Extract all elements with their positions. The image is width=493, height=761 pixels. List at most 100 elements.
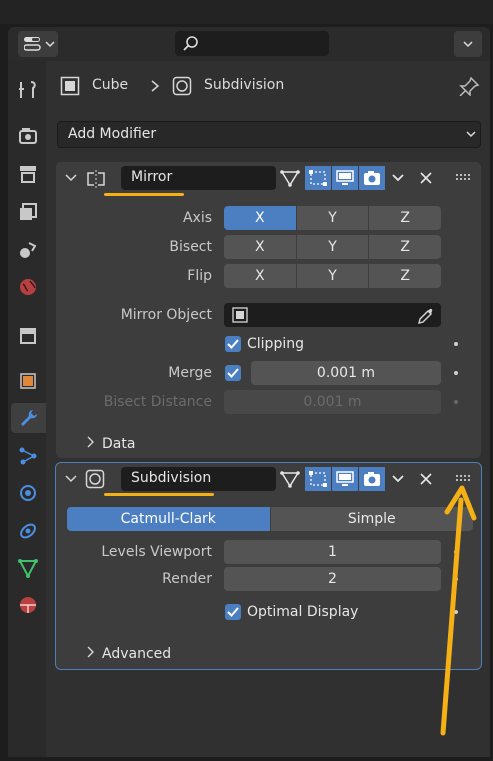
annotation-underline [104,493,214,496]
collection-icon [20,328,36,344]
flip-y-toggle[interactable]: Y [296,264,370,288]
tab-constraints[interactable] [13,516,43,546]
tab-material[interactable] [13,590,43,620]
object-icon [20,373,36,389]
axis-x-toggle[interactable]: X [224,206,297,230]
output-icon [20,166,36,183]
on-cage-toggle[interactable] [305,467,331,491]
monitor-icon [336,170,354,185]
flip-z-toggle[interactable]: Z [369,264,442,288]
mirror-name-field[interactable]: Mirror [121,166,276,190]
bisect-label: Bisect [169,239,212,255]
tab-physics[interactable] [13,478,43,508]
checkmark-icon [227,368,239,378]
chevron-down-icon[interactable] [392,475,404,484]
render-levels-label: Render [162,571,212,587]
bisect-x-toggle[interactable]: X [224,235,297,259]
tab-world[interactable] [13,272,43,302]
on-cage-icon [309,170,327,186]
chevron-down-icon [466,131,476,138]
tab-data[interactable] [13,553,43,583]
axis-toggle-group: X Y Z [224,206,442,230]
header-options-dropdown[interactable] [454,31,482,57]
on-cage-icon [309,471,327,487]
tool-icon [19,81,36,98]
breadcrumb-object: Cube [92,77,129,93]
breadcrumb-modifier: Subdivision [204,77,285,93]
merge-label: Merge [168,365,212,381]
render-icon [19,128,37,144]
clipping-checkbox[interactable] [225,336,241,352]
subdivision-name: Subdivision [131,470,212,486]
render-toggle[interactable] [359,467,385,491]
chevron-down-icon[interactable] [392,174,404,183]
top-strip [0,0,493,24]
animate-property-dot[interactable] [454,342,458,346]
chevron-right-icon[interactable] [86,436,94,448]
render-toggle[interactable] [359,166,385,190]
monitor-icon [336,471,354,486]
render-levels-field[interactable]: 2 [224,567,441,591]
tab-particles[interactable] [13,441,43,471]
animate-property-dot[interactable] [454,371,458,375]
bisect-distance-field[interactable]: 0.001 m [224,390,441,414]
tab-modifier[interactable] [11,403,46,433]
subdivision-type-toggle: Catmull-Clark Simple [67,507,473,531]
viewport-toggle[interactable] [332,166,358,190]
eyedropper-icon[interactable] [416,306,434,324]
pin-icon[interactable] [458,76,480,96]
camera-icon [364,171,380,185]
data-subpanel-header[interactable]: Data [102,436,135,452]
optimal-display-checkbox[interactable] [225,604,241,620]
mirror-name: Mirror [131,169,173,185]
edit-mode-toggle[interactable] [277,467,303,491]
chevron-right-icon [151,80,160,92]
view-layer-icon [20,203,37,220]
flip-x-toggle[interactable]: X [224,264,297,288]
tab-collection[interactable] [13,320,43,350]
object-icon [232,307,248,323]
edit-mode-icon [280,170,300,187]
tab-object[interactable] [13,366,43,396]
merge-checkbox[interactable] [225,365,241,381]
axis-label: Axis [182,210,212,226]
levels-viewport-field[interactable]: 1 [224,540,441,564]
axis-y-toggle[interactable]: Y [296,206,370,230]
bisect-y-toggle[interactable]: Y [296,235,370,259]
tab-output[interactable] [13,159,43,189]
search-icon [183,36,198,51]
flip-label: Flip [187,268,212,284]
add-modifier-label: Add Modifier [68,126,157,142]
search-input[interactable] [175,31,329,56]
close-icon[interactable] [420,172,432,184]
camera-icon [364,472,380,486]
tab-view-layer[interactable] [13,197,43,227]
viewport-toggle[interactable] [332,467,358,491]
annotation-arrow [440,485,477,736]
add-modifier-dropdown[interactable]: Add Modifier [57,121,481,148]
chevron-right-icon[interactable] [86,646,94,658]
drag-handle-icon[interactable] [456,174,472,180]
collapse-chevron-icon[interactable] [65,474,77,484]
mirror-object-field[interactable] [224,303,441,327]
checkmark-icon [227,607,239,617]
catmull-clark-option[interactable]: Catmull-Clark [67,507,271,531]
flip-toggle-group: X Y Z [224,264,442,288]
bisect-distance-label: Bisect Distance [103,394,212,410]
material-icon [20,597,36,613]
subdivision-name-field[interactable]: Subdivision [121,467,276,491]
constraints-icon [20,523,36,539]
mirror-object-label: Mirror Object [120,307,212,323]
tab-scene[interactable] [13,235,43,265]
collapse-chevron-icon[interactable] [65,173,77,183]
bisect-z-toggle[interactable]: Z [369,235,442,259]
merge-distance-field[interactable]: 0.001 m [251,361,441,385]
advanced-subpanel-header[interactable]: Advanced [102,646,171,662]
editor-type-button[interactable] [18,31,58,57]
tab-tool[interactable] [13,75,43,105]
on-cage-toggle[interactable] [305,166,331,190]
properties-editor-icon [24,37,41,51]
edit-mode-toggle[interactable] [277,166,303,190]
axis-z-toggle[interactable]: Z [369,206,442,230]
tab-render[interactable] [13,121,43,151]
